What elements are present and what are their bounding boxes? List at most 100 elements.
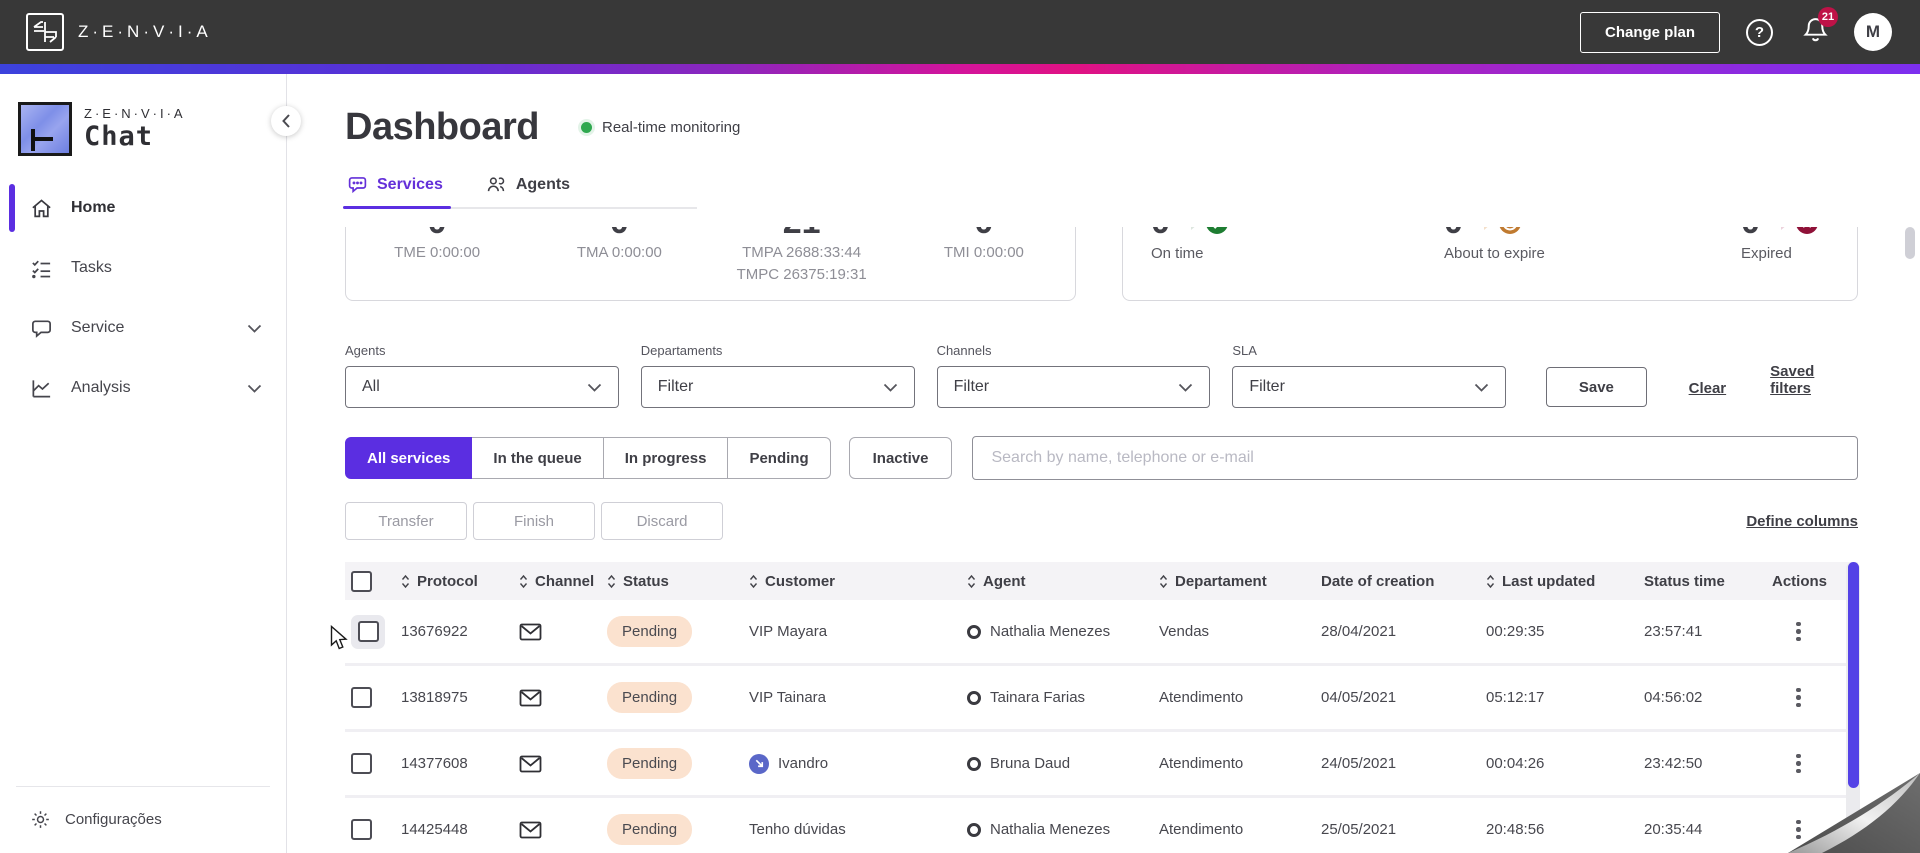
agents-filter-select[interactable]: All [345,366,619,408]
status-badge: Pending [607,748,693,779]
sidebar-item-label: Home [71,199,116,216]
departaments-filter-select[interactable]: Filter [640,366,915,408]
stat-value: 0 [974,227,993,241]
stat-tmpa-tmpc: 21 TMPA 2688:33:44 TMPC 26375:19:31 [711,227,893,300]
finish-button[interactable]: Finish [473,502,595,540]
user-avatar[interactable]: M [1854,13,1892,51]
sidebar-item-service[interactable]: Service [0,302,286,354]
created-cell: 25/05/2021 [1321,821,1397,838]
state-in-progress[interactable]: In progress [603,437,729,479]
change-plan-button[interactable]: Change plan [1579,11,1720,53]
stat-label: TMPC 26375:19:31 [736,266,867,283]
column-header-departament[interactable]: Departament [1159,573,1321,590]
table-row: 13676922 Pending VIP Mayara Nathalia Men… [345,600,1858,666]
sidebar-item-home[interactable]: Home [0,182,286,234]
discard-button[interactable]: Discard [601,502,723,540]
column-header-status[interactable]: Status [607,573,749,590]
saved-filters-link[interactable]: Saved filters [1770,363,1858,397]
stat-label: TMI 0:00:00 [943,244,1024,261]
departament-cell: Atendimento [1159,689,1244,706]
state-in-the-queue[interactable]: In the queue [472,437,604,479]
row-checkbox[interactable] [351,687,372,708]
protocol-cell: 13818975 [401,689,468,706]
state-pending[interactable]: Pending [728,437,831,479]
sla-filter-select[interactable]: Filter [1232,366,1507,408]
chevron-down-icon [883,383,897,392]
column-header-channel[interactable]: Channel [519,573,607,590]
sort-icon [1159,574,1168,588]
column-header-customer[interactable]: Customer [749,573,967,590]
page-title: Dashboard [345,105,539,148]
updated-cell: 00:29:35 [1486,623,1545,640]
dashboard-tabs: Services Agents [343,170,697,209]
sidebar-item-settings[interactable]: Configurações [28,801,270,837]
stat-value: 21 [783,227,821,241]
select-all-checkbox[interactable] [351,570,372,592]
column-header-date-of-creation[interactable]: Date of creation [1321,573,1486,590]
departaments-filter-value: Filter [657,378,694,395]
search-input[interactable] [972,436,1858,480]
sidebar-item-label: Analysis [71,379,131,396]
filter-label-departaments: Departaments [640,343,723,358]
sidebar-item-tasks[interactable]: Tasks [0,242,286,294]
sidebar-collapse-button[interactable] [271,106,301,136]
table-scrollbar-thumb[interactable] [1847,562,1859,788]
state-all-services[interactable]: All services [345,437,473,479]
row-checkbox[interactable] [351,819,372,840]
status-badge: Pending [607,616,693,647]
table-header: Protocol Channel Status Customer Agent D… [345,562,1858,600]
row-checkbox[interactable] [357,621,379,642]
brand-text: Z·E·N·V·I·A [78,22,212,41]
protocol-cell: 13676922 [401,623,468,640]
brand-gradient-strip [0,64,1920,74]
zenvia-logo-icon [26,13,64,51]
page-scrollbar-thumb[interactable] [1905,227,1915,259]
top-navbar: Z·E·N·V·I·A Change plan ? 21 M [0,0,1920,64]
chevron-left-icon [282,114,290,128]
transfer-button[interactable]: Transfer [345,502,467,540]
column-header-protocol[interactable]: Protocol [401,573,519,590]
chevron-down-icon [1179,383,1193,392]
stat-label: On time [1151,245,1204,262]
define-columns-link[interactable]: Define columns [1746,513,1858,530]
zenvia-chat-logo: Z·E·N·V·I·A Chat [0,74,286,156]
chevron-down-icon [247,324,262,333]
tab-services[interactable]: Services [343,170,451,209]
updated-cell: 00:04:26 [1486,755,1545,772]
help-icon[interactable]: ? [1746,18,1773,46]
sort-icon [967,574,976,588]
agent-status-icon [967,822,981,837]
email-channel-icon [519,821,542,838]
channels-filter-value: Filter [953,378,990,395]
stat-label: TME 0:00:00 [394,244,481,261]
clear-filters-link[interactable]: Clear [1689,380,1727,397]
settings-label: Configurações [65,810,162,828]
page-curl[interactable] [1770,761,1920,853]
row-actions-menu[interactable] [1786,682,1811,714]
channels-filter-select[interactable]: Filter [936,366,1211,408]
stat-label: TMA 0:00:00 [576,244,662,261]
notifications-bell[interactable]: 21 [1803,7,1838,48]
stat-on-time: 0 On time [1123,227,1416,300]
sidebar-item-analysis[interactable]: Analysis [0,362,286,414]
bubble-clock-icon [1483,227,1521,234]
state-inactive[interactable]: Inactive [848,437,953,479]
column-header-agent[interactable]: Agent [967,573,1159,590]
status-time-cell: 23:57:41 [1644,623,1703,640]
column-header-last-updated[interactable]: Last updated [1486,573,1644,590]
column-header-status-time[interactable]: Status time [1644,573,1772,590]
row-checkbox[interactable] [351,753,372,774]
agents-tab-icon [487,177,505,192]
row-actions-menu[interactable] [1786,616,1811,648]
live-status-label: Real-time monitoring [601,118,741,136]
tab-agents[interactable]: Agents [483,170,572,207]
transferred-service-icon [749,753,769,774]
agent-cell: Nathalia Menezes [990,623,1111,640]
agents-filter-value: All [362,378,380,395]
status-time-cell: 23:42:50 [1644,755,1703,772]
save-filter-button[interactable]: Save [1546,367,1647,407]
protocol-cell: 14377608 [401,755,468,772]
sort-icon [749,574,758,588]
agent-status-icon [967,756,981,771]
agent-cell: Bruna Daud [990,755,1071,772]
